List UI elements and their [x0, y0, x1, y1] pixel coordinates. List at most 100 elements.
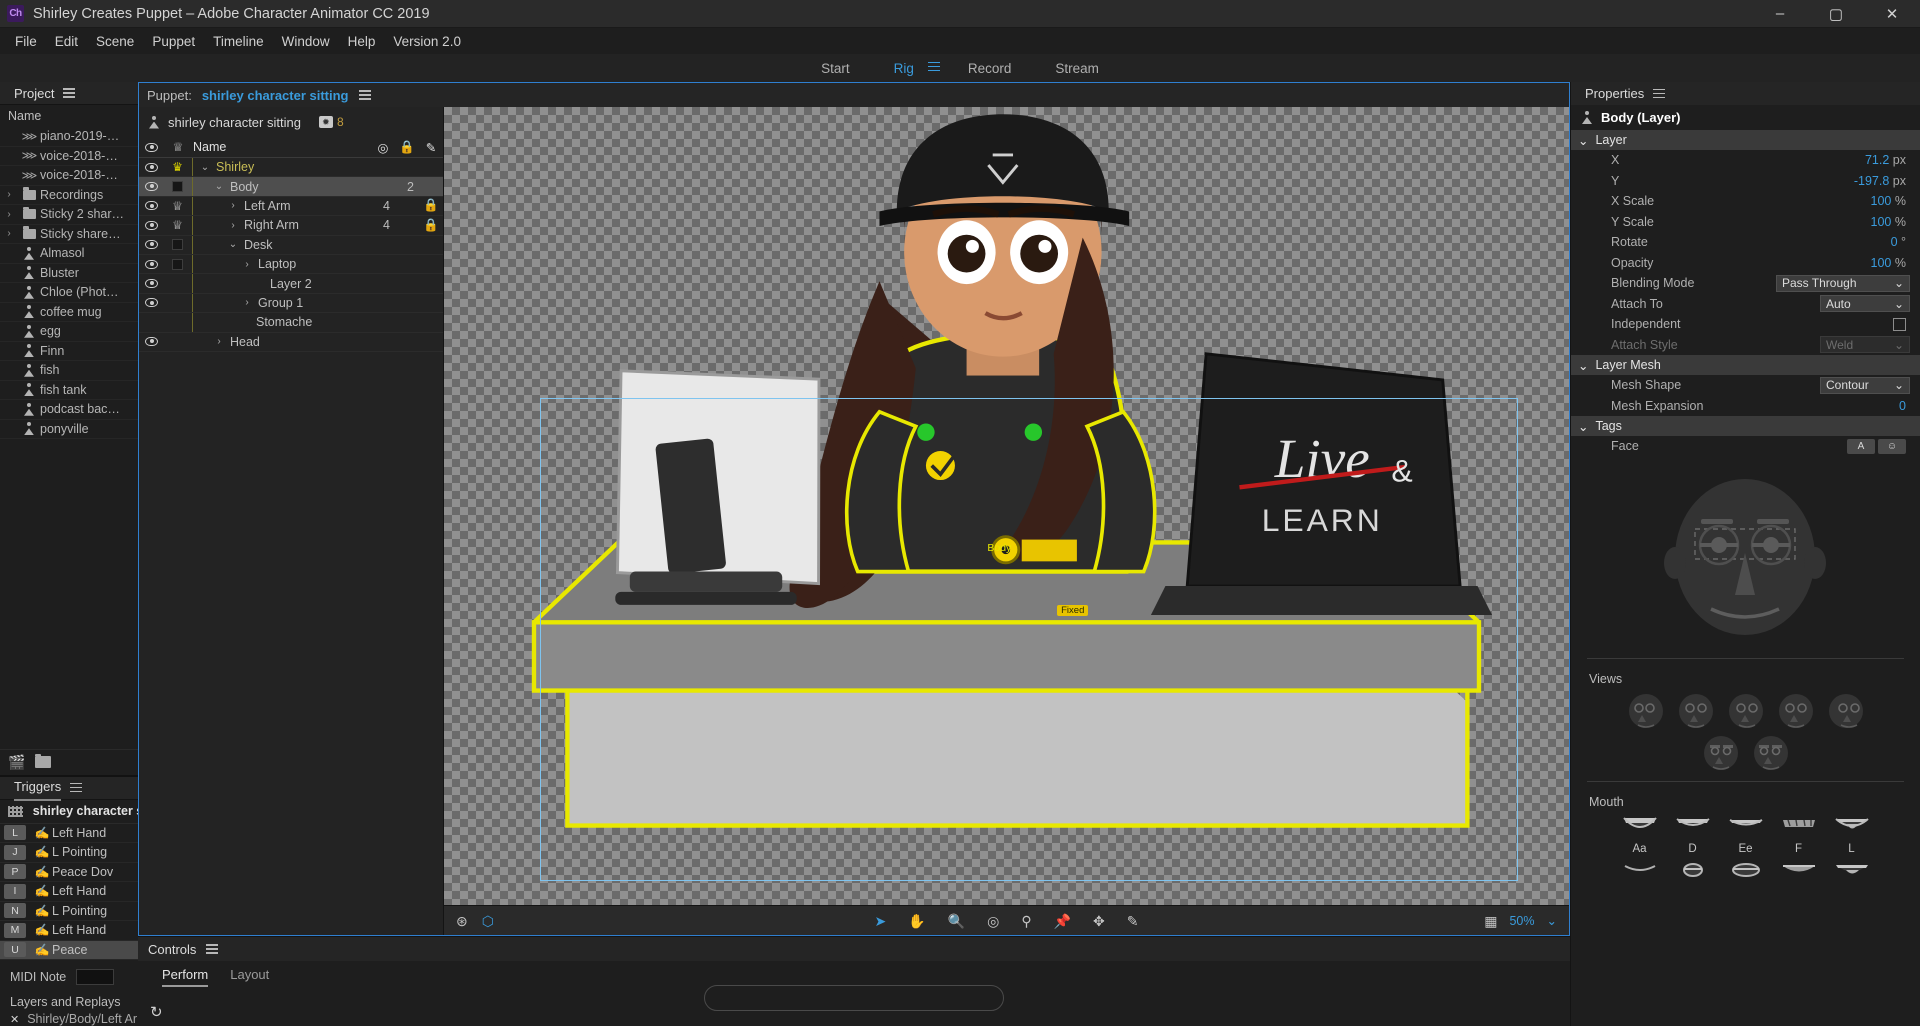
- mesh-icon[interactable]: ⊛: [456, 914, 468, 928]
- layer-row[interactable]: › Head: [139, 333, 443, 352]
- twirl-icon[interactable]: ›: [0, 189, 18, 200]
- twirl-icon[interactable]: ⌄: [227, 239, 239, 250]
- trigger-row[interactable]: N ✍ L Pointing: [0, 902, 138, 921]
- twirl-icon[interactable]: ›: [0, 209, 18, 220]
- menu-version[interactable]: Version 2.0: [384, 31, 470, 52]
- rig-menu-icon[interactable]: [922, 55, 946, 81]
- chevron-down-icon[interactable]: ⌄: [1578, 358, 1588, 373]
- twirl-icon[interactable]: ›: [0, 228, 18, 239]
- list-item[interactable]: ponyville: [0, 420, 138, 439]
- view-face-icon[interactable]: [1827, 692, 1865, 730]
- mouth-cell[interactable]: D: [1673, 815, 1713, 855]
- trigger-row[interactable]: P ✍ Peace Dov: [0, 863, 138, 882]
- mouth-cell[interactable]: L: [1832, 815, 1872, 855]
- layer-row[interactable]: › Laptop: [139, 254, 443, 275]
- list-item[interactable]: › Sticky 2 shar…: [0, 205, 138, 225]
- list-item[interactable]: fish tank: [0, 381, 138, 400]
- mode-start[interactable]: Start: [799, 57, 872, 80]
- close-button[interactable]: ✕: [1864, 0, 1920, 28]
- independent-checkbox[interactable]: [1893, 317, 1906, 331]
- layer-row[interactable]: Layer 2: [139, 274, 443, 294]
- list-item[interactable]: egg: [0, 322, 138, 342]
- refresh-icon[interactable]: ↻: [150, 1003, 163, 1021]
- menu-help[interactable]: Help: [339, 31, 385, 52]
- layer-tag-icon[interactable]: [163, 177, 193, 196]
- select-arrow-icon[interactable]: ➤: [875, 914, 887, 928]
- midi-note-input[interactable]: [76, 969, 115, 985]
- property-value[interactable]: -197.8 px: [1854, 174, 1920, 188]
- visibility-toggle[interactable]: [139, 279, 163, 289]
- tab-perform[interactable]: Perform: [162, 967, 209, 987]
- mesh-shape-select[interactable]: Contour ⌄: [1820, 376, 1910, 394]
- chevron-down-icon[interactable]: ⌄: [1578, 419, 1588, 434]
- list-item[interactable]: Bluster: [0, 264, 138, 283]
- attach-to-select[interactable]: Auto ⌄: [1820, 295, 1910, 313]
- puppet-menu-icon[interactable]: [358, 88, 371, 103]
- menu-timeline[interactable]: Timeline: [204, 31, 273, 52]
- view-face-icon[interactable]: [1702, 734, 1740, 772]
- new-folder-icon[interactable]: [35, 753, 52, 768]
- lock-icon[interactable]: 🔒: [419, 218, 443, 233]
- list-item[interactable]: Almasol: [0, 244, 138, 264]
- layers-replays-item[interactable]: ✕ Shirley/Body/Left Ar: [0, 1012, 138, 1026]
- mesh-expansion-value[interactable]: 0: [1899, 399, 1920, 413]
- new-scene-icon[interactable]: 🎬: [8, 754, 25, 771]
- layer-row[interactable]: ⌄ Desk: [139, 235, 443, 255]
- view-face-icon[interactable]: [1777, 692, 1815, 730]
- trigger-key[interactable]: P: [4, 864, 26, 880]
- menu-window[interactable]: Window: [273, 31, 339, 52]
- tab-layout[interactable]: Layout: [230, 967, 269, 987]
- visibility-toggle[interactable]: [139, 162, 163, 172]
- property-value[interactable]: 0 °: [1891, 235, 1920, 249]
- view-face-icon[interactable]: [1727, 692, 1765, 730]
- project-list[interactable]: ⋙ piano-2019-… ⋙ voice-2018-… ⋙ voice-2018-…: [0, 127, 138, 749]
- visibility-toggle[interactable]: [139, 240, 163, 250]
- view-face-icon[interactable]: [1677, 692, 1715, 730]
- layer-row[interactable]: ♕ › Left Arm 4 🔒: [139, 196, 443, 217]
- layer-tag-icon[interactable]: [163, 313, 193, 332]
- project-menu-icon[interactable]: [63, 86, 76, 101]
- view-face-icon[interactable]: [1627, 692, 1665, 730]
- trigger-key[interactable]: I: [4, 883, 26, 899]
- layer-tag-icon[interactable]: [163, 254, 193, 274]
- twirl-icon[interactable]: ›: [213, 336, 225, 347]
- maximize-button[interactable]: ▢: [1808, 0, 1864, 28]
- mouth-cell[interactable]: [1620, 863, 1660, 882]
- menu-file[interactable]: File: [6, 31, 46, 52]
- twirl-icon[interactable]: ›: [227, 200, 239, 211]
- mouth-cell[interactable]: Ee: [1726, 815, 1766, 855]
- mouth-cell[interactable]: [1726, 862, 1766, 882]
- minimize-button[interactable]: –: [1752, 0, 1808, 28]
- triggers-menu-icon[interactable]: [70, 780, 83, 795]
- layer-row-selected[interactable]: ⌄ Body 2: [139, 177, 443, 197]
- tag-button-face[interactable]: ☺: [1878, 438, 1906, 454]
- section-header-layer[interactable]: ⌄ Layer: [1571, 130, 1920, 150]
- visibility-toggle[interactable]: [139, 201, 163, 211]
- property-value[interactable]: 100 %: [1871, 215, 1920, 229]
- draw-icon[interactable]: ✎: [1127, 914, 1139, 928]
- layer-tag-icon[interactable]: ♕: [163, 196, 193, 216]
- section-header-layer-mesh[interactable]: ⌄ Layer Mesh: [1571, 355, 1920, 375]
- handle-icon[interactable]: ⚲: [1021, 914, 1031, 928]
- checker-icon[interactable]: ▦: [1484, 914, 1497, 928]
- controls-menu-icon[interactable]: [206, 942, 219, 957]
- trigger-row[interactable]: L ✍ Left Hand: [0, 824, 138, 843]
- list-item[interactable]: podcast bac…: [0, 400, 138, 420]
- section-header-tags[interactable]: ⌄ Tags: [1571, 416, 1920, 436]
- menu-scene[interactable]: Scene: [87, 31, 143, 52]
- property-value[interactable]: 71.2 px: [1865, 153, 1920, 167]
- visibility-toggle[interactable]: [139, 298, 163, 308]
- tag-button-a[interactable]: A: [1847, 438, 1875, 454]
- mouth-cell[interactable]: F: [1779, 815, 1819, 855]
- trigger-row-selected[interactable]: U ✍ Peace: [0, 940, 138, 960]
- list-item[interactable]: Finn: [0, 342, 138, 361]
- trigger-key[interactable]: M: [4, 922, 26, 938]
- list-item[interactable]: ⋙ piano-2019-…: [0, 127, 138, 147]
- layer-row[interactable]: ♛ ⌄ Shirley: [139, 158, 443, 178]
- chevron-down-icon[interactable]: ⌄: [1578, 133, 1588, 148]
- zoom-level[interactable]: 50%: [1509, 914, 1534, 928]
- layer-tag-icon[interactable]: [163, 333, 193, 351]
- hand-icon[interactable]: ✋: [908, 914, 925, 928]
- list-item[interactable]: Chloe (Phot…: [0, 283, 138, 303]
- layer-row[interactable]: Stomache: [139, 313, 443, 333]
